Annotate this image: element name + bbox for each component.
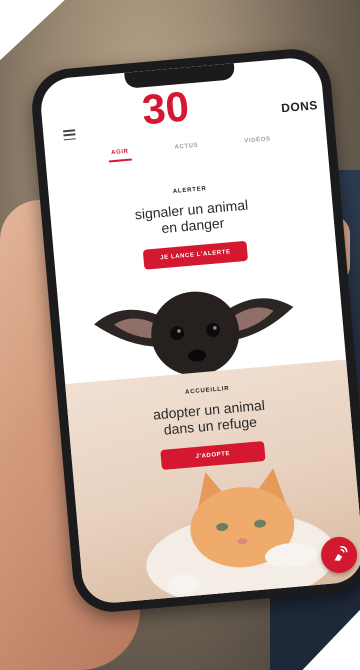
svg-text:30: 30 (140, 82, 191, 133)
phone-device: 30 DONS AGIR ACTUS VIDÉOS ALERTER signal… (28, 45, 360, 616)
tab-videos[interactable]: VIDÉOS (244, 136, 271, 148)
signal-hand-icon (334, 545, 348, 561)
kitten-photo (146, 468, 336, 606)
tab-agir[interactable]: AGIR (111, 149, 129, 160)
phone-screen: 30 DONS AGIR ACTUS VIDÉOS ALERTER signal… (38, 55, 360, 606)
donate-link[interactable]: DONS (281, 98, 319, 115)
tab-actus[interactable]: ACTUS (174, 143, 198, 155)
brand-logo[interactable]: 30 (132, 82, 200, 133)
adopt-section: ACCUEILLIR adopter un animal dans un ref… (65, 359, 360, 606)
hamburger-icon[interactable] (63, 129, 76, 141)
alert-button[interactable]: JE LANCE L'ALERTE (142, 240, 249, 270)
alert-section: ALERTER signaler un animal en danger JE … (49, 175, 337, 277)
